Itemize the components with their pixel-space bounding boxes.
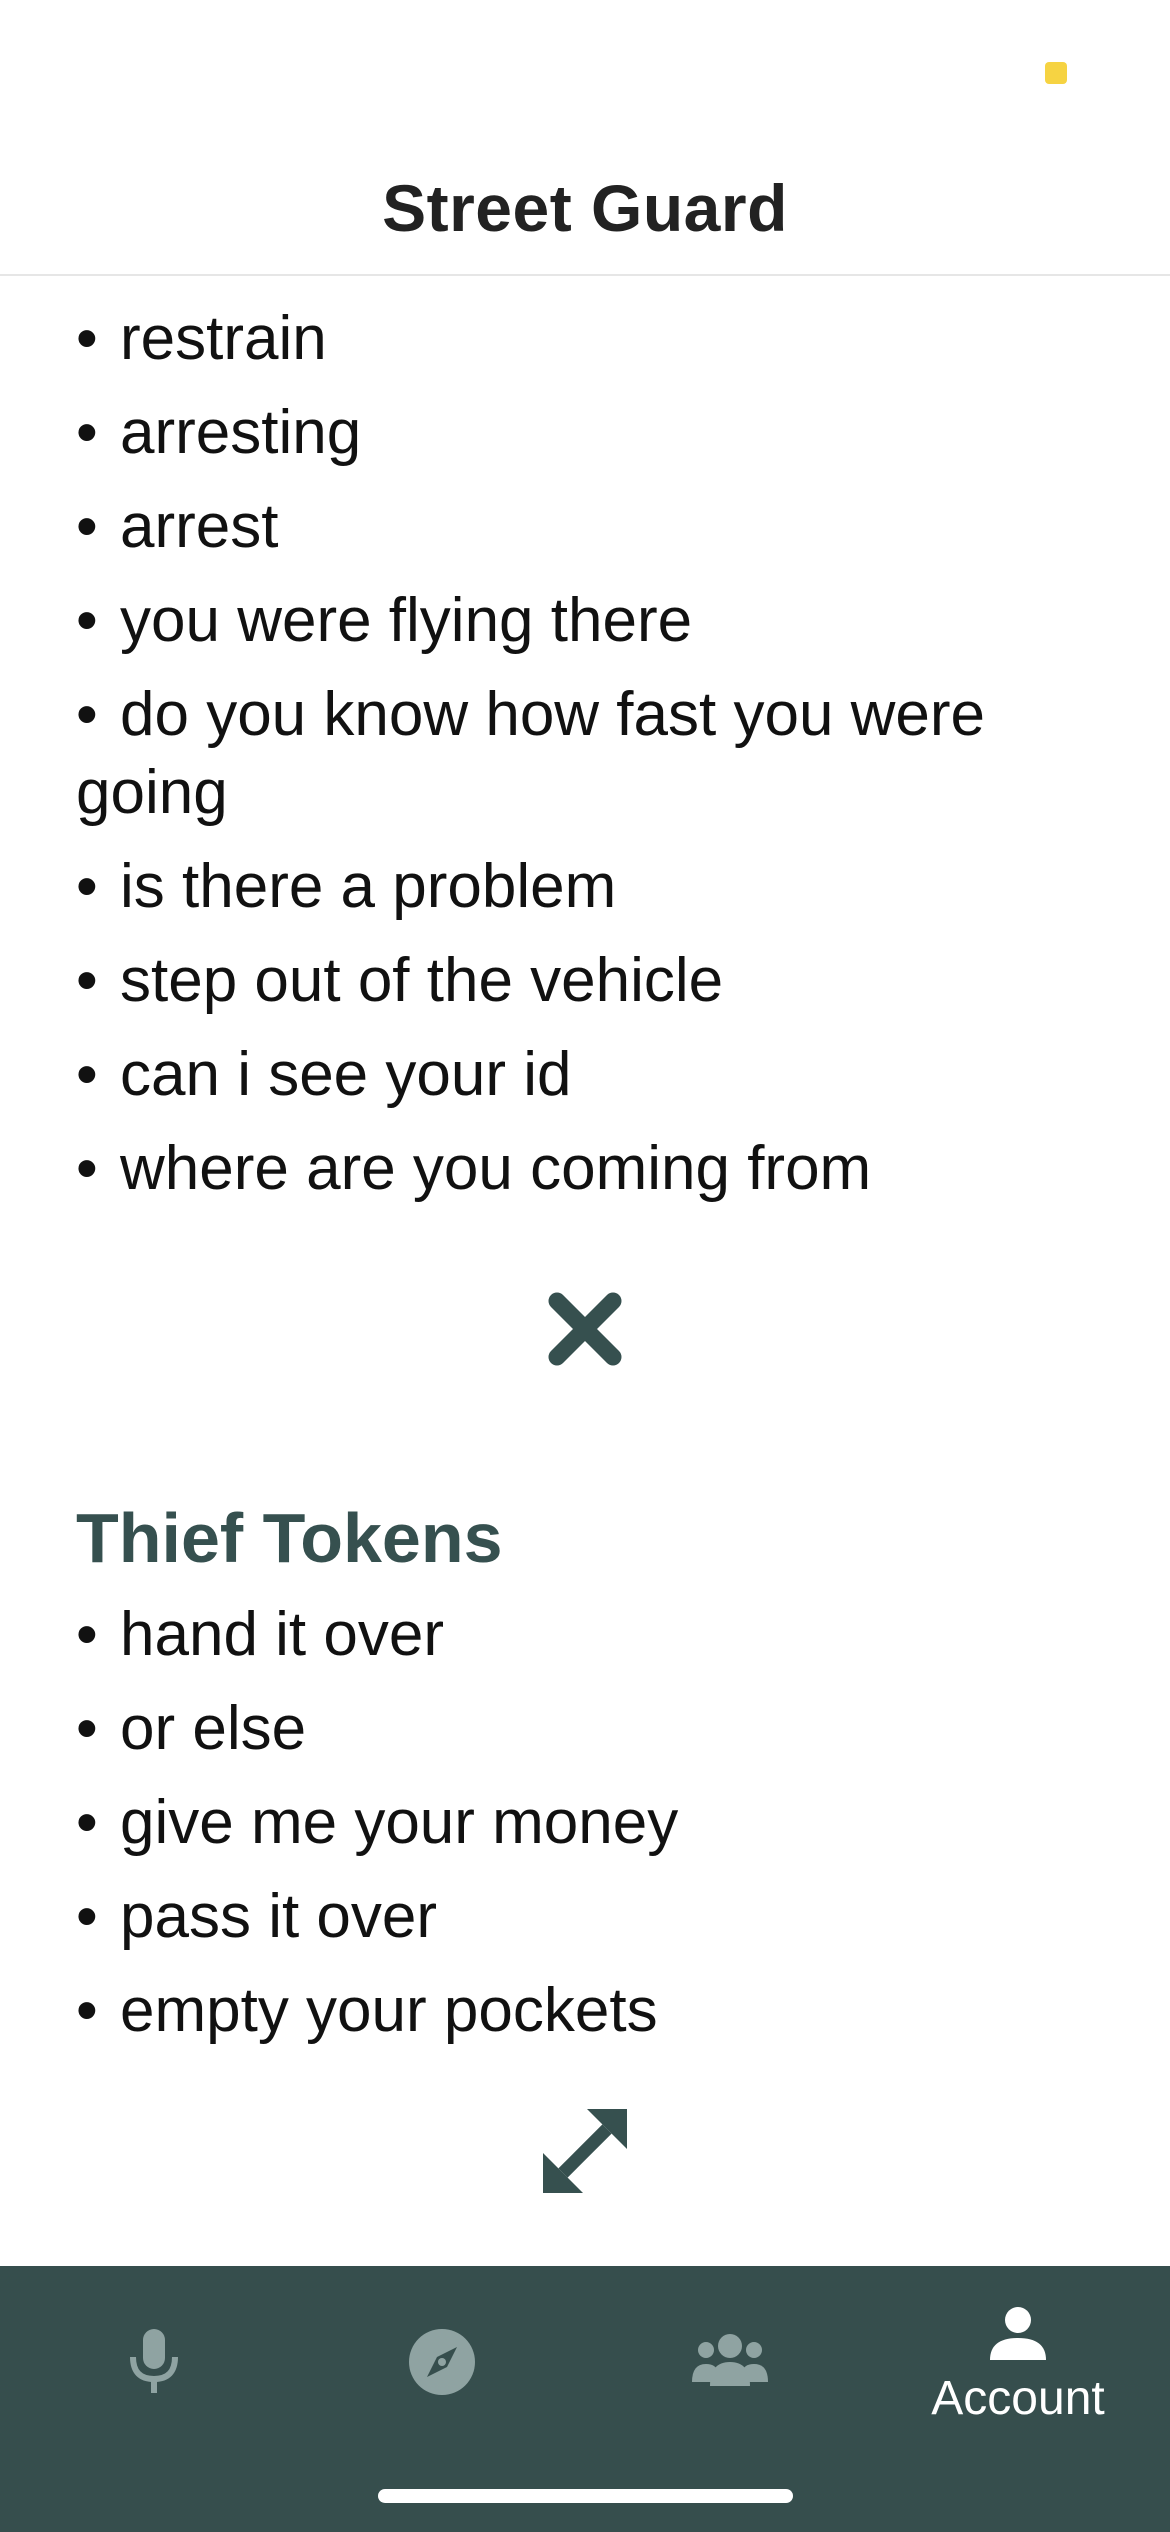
list-item: • or else	[76, 1690, 1094, 1768]
list-item: • can i see your id	[76, 1036, 1094, 1114]
bullet: •	[76, 1976, 98, 2045]
bullet: •	[76, 1882, 98, 1951]
bullet: •	[76, 586, 98, 655]
token-text: do you know how fast you were going	[76, 680, 986, 827]
status-bar	[0, 0, 1170, 140]
list-item: • arresting	[76, 394, 1094, 472]
close-icon[interactable]	[547, 1291, 623, 1367]
bullet: •	[76, 946, 98, 1015]
bullet: •	[76, 1694, 98, 1763]
page-title: Street Guard	[382, 171, 788, 245]
bullet: •	[76, 492, 98, 561]
token-text: or else	[120, 1694, 307, 1763]
token-text: arresting	[120, 398, 362, 467]
token-text: arrest	[120, 492, 279, 561]
bullet: •	[76, 1788, 98, 1857]
group-icon	[690, 2332, 770, 2397]
expand-icon[interactable]	[535, 2101, 635, 2201]
list-item: • pass it over	[76, 1878, 1094, 1956]
list-item: • step out of the vehicle	[76, 942, 1094, 1020]
list-item: • hand it over	[76, 1596, 1094, 1674]
token-text: give me your money	[120, 1788, 679, 1857]
list-item: • do you know how fast you were going	[76, 676, 1094, 832]
list-item: • restrain	[76, 300, 1094, 378]
bullet: •	[76, 852, 98, 921]
token-text: can i see your id	[120, 1040, 572, 1109]
bullet: •	[76, 276, 120, 284]
compass-icon	[407, 2327, 477, 2402]
list-item: • give me your money	[76, 1784, 1094, 1862]
token-text: where are you coming from	[120, 1134, 872, 1203]
bullet: •	[76, 1600, 98, 1669]
token-text: step out of the vehicle	[120, 946, 724, 1015]
token-text: hand it over	[120, 1600, 444, 1669]
token-text: you were flying there	[120, 586, 693, 655]
collapse-section-row	[0, 1224, 1170, 1434]
section-heading-thief-tokens: Thief Tokens	[76, 1499, 503, 1577]
tab-community[interactable]	[584, 2266, 876, 2466]
home-indicator	[378, 2489, 793, 2503]
list-item: • arrest	[76, 488, 1094, 566]
list-item: •restrained	[76, 276, 1094, 284]
list-item: • is there a problem	[76, 848, 1094, 926]
bullet: •	[76, 680, 98, 749]
token-scroll-view[interactable]: •restrained •restrain •arresting •arrest…	[0, 276, 1170, 2266]
bullet: •	[76, 1134, 98, 1203]
token-text: is there a problem	[120, 852, 617, 921]
thief-token-list: • hand it over • or else • give me your mon…	[0, 1596, 1170, 2050]
expand-section-row	[0, 2066, 1170, 2236]
list-item: • where are you coming from	[76, 1130, 1094, 1208]
tab-label: Account	[931, 2372, 1105, 2425]
bullet: •	[76, 304, 98, 373]
tab-explore[interactable]	[296, 2266, 588, 2466]
status-indicator-dot	[1045, 62, 1067, 84]
token-scroll-content: •restrained •restrain •arresting •arrest…	[0, 276, 1170, 2236]
token-text: pass it over	[120, 1882, 438, 1951]
bullet: •	[76, 398, 98, 467]
person-icon	[988, 2306, 1048, 2367]
token-text: restrain	[120, 304, 327, 373]
app-header: Street Guard	[0, 140, 1170, 276]
app-screen: Street Guard •restrained •restrain •arre…	[0, 0, 1170, 2532]
tab-record[interactable]	[8, 2266, 300, 2466]
bullet: •	[76, 1040, 98, 1109]
police-token-list: •restrained •restrain •arresting •arrest…	[0, 276, 1170, 1208]
tab-account[interactable]: Account	[872, 2266, 1164, 2466]
list-item: • empty your pockets	[76, 1972, 1094, 2050]
list-item: • you were flying there	[76, 582, 1094, 660]
token-text: empty your pockets	[120, 1976, 658, 2045]
token-text: restrained	[120, 276, 396, 279]
microphone-icon	[126, 2327, 182, 2402]
